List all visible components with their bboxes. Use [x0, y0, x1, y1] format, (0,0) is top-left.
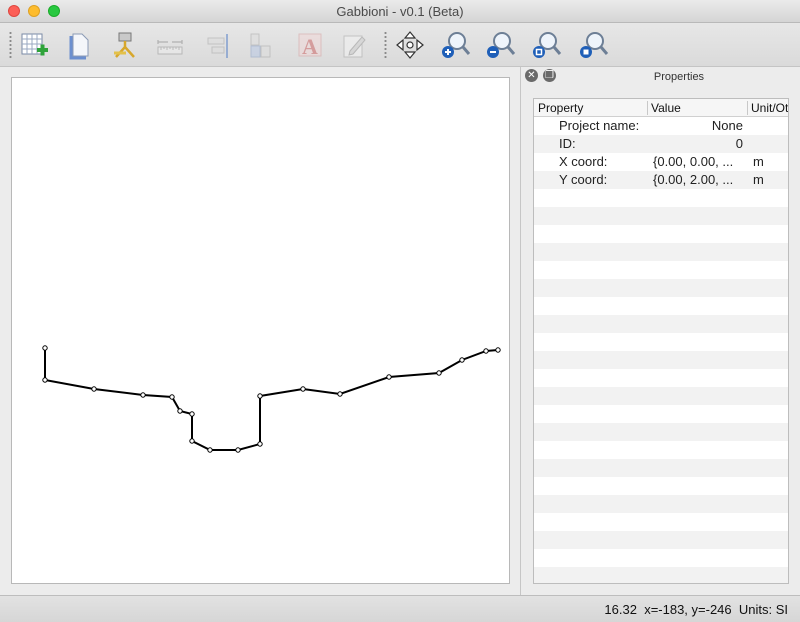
- table-row[interactable]: ID: 0: [534, 135, 788, 153]
- zoom-in-icon: [442, 32, 471, 58]
- dimension-button[interactable]: [152, 27, 188, 63]
- drawing-canvas[interactable]: [11, 77, 510, 584]
- zoom-fit-button[interactable]: [528, 27, 564, 63]
- pan-move-icon: [396, 31, 424, 59]
- panel-splitter[interactable]: [520, 67, 521, 595]
- profile-node[interactable]: [42, 345, 48, 351]
- profile-node[interactable]: [177, 408, 183, 414]
- profile-node[interactable]: [189, 411, 195, 417]
- properties-table: Property Value Unit/Ot Project name: Non…: [533, 98, 789, 584]
- pan-button[interactable]: [392, 27, 428, 63]
- property-name: Y coord:: [559, 172, 608, 187]
- profile-node[interactable]: [169, 394, 175, 400]
- profile-node[interactable]: [483, 348, 489, 354]
- align-blocks-button[interactable]: [242, 27, 278, 63]
- surveying-level-icon: [114, 32, 135, 58]
- property-name: ID:: [559, 136, 576, 151]
- property-name: X coord:: [559, 154, 608, 169]
- properties-dock-header: ✕ ❐ Properties: [522, 68, 800, 86]
- edit-pencil-icon: [343, 35, 366, 58]
- status-readout: 16.32 x=-183, y=-246 Units: SI: [604, 602, 788, 617]
- zoom-fit-icon: [533, 32, 562, 58]
- window-title: Gabbioni - v0.1 (Beta): [336, 4, 464, 19]
- svg-text:A: A: [302, 34, 318, 59]
- property-unit: m: [753, 172, 764, 187]
- profile-node[interactable]: [207, 447, 213, 453]
- column-header-unit[interactable]: Unit/Ot: [751, 101, 788, 115]
- profile-node[interactable]: [459, 357, 465, 363]
- column-header-property[interactable]: Property: [538, 101, 646, 115]
- zoom-reset-icon: [580, 32, 609, 58]
- profile-node[interactable]: [300, 386, 306, 392]
- profile-node[interactable]: [257, 441, 263, 447]
- align-right-icon: [207, 34, 228, 58]
- profile-node[interactable]: [91, 386, 97, 392]
- profile-polyline[interactable]: [44, 348, 499, 451]
- profile-node[interactable]: [189, 438, 195, 444]
- new-grid-button[interactable]: [16, 27, 52, 63]
- align-blocks-icon: [250, 33, 271, 58]
- profile-node[interactable]: [235, 447, 241, 453]
- profile-node[interactable]: [386, 374, 392, 380]
- text-style-button[interactable]: A: [292, 27, 328, 63]
- open-file-icon: [69, 33, 89, 60]
- zoom-out-icon: [487, 32, 516, 58]
- profile-node[interactable]: [495, 347, 501, 353]
- properties-rows: Project name: None ID: 0 X coord: {0.00,…: [534, 117, 788, 583]
- edit-button[interactable]: [336, 27, 372, 63]
- title-bar: Gabbioni - v0.1 (Beta): [0, 0, 800, 23]
- new-grid-icon: [21, 33, 48, 56]
- dimension-ruler-icon: [157, 40, 183, 55]
- zoom-level: 16.32: [604, 602, 637, 617]
- profile-drawing[interactable]: [12, 78, 511, 585]
- column-divider: [747, 101, 748, 115]
- zoom-in-button[interactable]: [437, 27, 473, 63]
- properties-table-header: Property Value Unit/Ot: [534, 99, 788, 117]
- property-value[interactable]: None: [651, 118, 743, 133]
- zoom-reset-button[interactable]: [575, 27, 611, 63]
- property-unit: m: [753, 154, 764, 169]
- property-value[interactable]: 0: [651, 136, 743, 151]
- align-right-button[interactable]: [198, 27, 234, 63]
- toolbar: A: [0, 23, 800, 67]
- status-bar: 16.32 x=-183, y=-246 Units: SI: [0, 595, 800, 622]
- table-row[interactable]: Y coord: {0.00, 2.00, ... m: [534, 171, 788, 189]
- profile-node[interactable]: [337, 391, 343, 397]
- level-tool-button[interactable]: [106, 27, 142, 63]
- cursor-coordinates: x=-183, y=-246: [644, 602, 732, 617]
- table-row[interactable]: X coord: {0.00, 0.00, ... m: [534, 153, 788, 171]
- properties-title: Properties: [653, 71, 705, 83]
- property-value[interactable]: {0.00, 0.00, ...: [653, 154, 745, 169]
- profile-node[interactable]: [436, 370, 442, 376]
- profile-node[interactable]: [140, 392, 146, 398]
- open-file-button[interactable]: [62, 27, 98, 63]
- toolbar-grip-2[interactable]: [384, 31, 387, 59]
- zoom-out-button[interactable]: [482, 27, 518, 63]
- profile-node[interactable]: [42, 377, 48, 383]
- column-header-value[interactable]: Value: [651, 101, 747, 115]
- column-divider: [647, 101, 648, 115]
- property-name: Project name:: [559, 118, 640, 133]
- units-indicator: Units: SI: [738, 602, 788, 617]
- table-row[interactable]: Project name: None: [534, 117, 788, 135]
- profile-node[interactable]: [257, 393, 263, 399]
- profile-nodes: [42, 345, 501, 453]
- app-window: Gabbioni - v0.1 (Beta) A ✕ ❐ Properties …: [0, 0, 800, 622]
- toolbar-grip[interactable]: [9, 31, 12, 59]
- property-value[interactable]: {0.00, 2.00, ...: [653, 172, 745, 187]
- text-style-icon: A: [298, 33, 322, 59]
